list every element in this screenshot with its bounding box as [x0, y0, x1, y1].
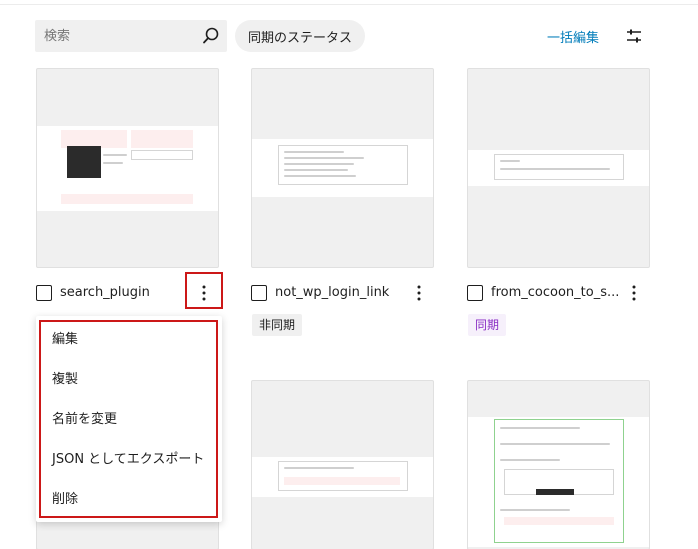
card-title[interactable]: search_plugin [60, 285, 150, 300]
more-actions-button[interactable] [622, 281, 646, 305]
top-divider [0, 4, 698, 5]
menu-item-delete[interactable]: 削除 [36, 480, 222, 520]
pattern-preview[interactable] [36, 68, 219, 268]
preview-content [252, 139, 433, 197]
sync-status-filter-button[interactable]: 同期のステータス [235, 20, 365, 52]
preview-content [468, 417, 649, 547]
pattern-preview[interactable] [251, 380, 434, 549]
select-checkbox[interactable] [36, 285, 52, 301]
search-button[interactable] [201, 26, 221, 46]
more-actions-button[interactable] [192, 281, 216, 305]
select-checkbox[interactable] [251, 285, 267, 301]
sliders-icon [622, 29, 646, 51]
more-vertical-icon [622, 285, 646, 301]
bulk-edit-button[interactable]: 一括編集 [536, 25, 610, 47]
menu-item-duplicate[interactable]: 複製 [36, 360, 222, 400]
more-vertical-icon [407, 285, 431, 301]
search-box [35, 20, 227, 52]
sync-status-badge: 非同期 [252, 314, 303, 336]
sync-status-badge: 同期 [468, 314, 507, 336]
preview-content [468, 150, 649, 186]
more-vertical-icon [192, 285, 216, 301]
card-title-row: from_cocoon_to_s... [467, 281, 619, 305]
view-options-button[interactable] [622, 24, 646, 48]
preview-content [252, 457, 433, 497]
pattern-preview[interactable] [251, 68, 434, 268]
card-title[interactable]: not_wp_login_link [275, 285, 389, 300]
more-actions-button[interactable] [407, 281, 431, 305]
pattern-actions-menu: 編集 複製 名前を変更 JSON としてエクスポート 削除 [36, 316, 222, 522]
pattern-preview[interactable] [467, 68, 650, 268]
menu-item-export-json[interactable]: JSON としてエクスポート [36, 440, 222, 480]
menu-item-rename[interactable]: 名前を変更 [36, 400, 222, 440]
search-input[interactable] [35, 20, 195, 52]
card-title-row: not_wp_login_link [251, 281, 411, 305]
card-title[interactable]: from_cocoon_to_s... [491, 285, 619, 300]
pattern-preview[interactable] [467, 380, 650, 549]
preview-content [37, 126, 218, 211]
menu-item-edit[interactable]: 編集 [36, 320, 222, 360]
select-checkbox[interactable] [467, 285, 483, 301]
card-title-row: search_plugin [36, 281, 186, 305]
search-icon [201, 27, 221, 49]
